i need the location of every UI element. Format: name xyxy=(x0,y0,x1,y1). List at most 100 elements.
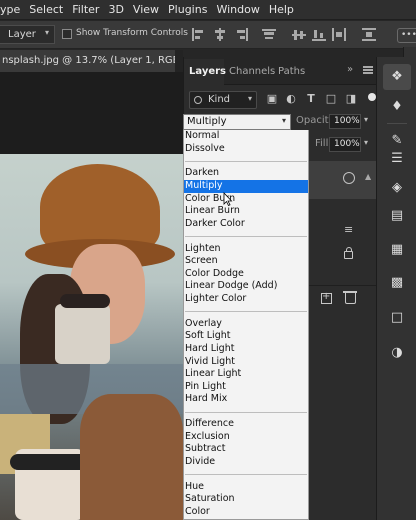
blend-separator xyxy=(185,474,307,476)
filter-kind-dropdown[interactable]: Kind ▾ xyxy=(189,91,257,109)
link-icon[interactable] xyxy=(343,172,355,184)
blend-option-color[interactable]: Color xyxy=(184,506,308,519)
smart-object-filter-icon[interactable]: ◨ xyxy=(345,93,357,105)
filter-toggle-icon[interactable] xyxy=(368,93,376,101)
filter-kind-value: Kind xyxy=(208,94,231,105)
show-transform-checkbox[interactable] xyxy=(62,29,72,39)
align-top-icon[interactable] xyxy=(262,28,276,41)
type-filter-icon[interactable]: T xyxy=(305,93,317,105)
lock-icon[interactable] xyxy=(344,247,353,259)
blend-option-soft-light[interactable]: Soft Light xyxy=(184,330,308,343)
chevron-down-icon: ▾ xyxy=(44,28,49,37)
panel-footer xyxy=(309,285,377,311)
blend-option-darken[interactable]: Darken xyxy=(184,167,308,180)
blend-separator xyxy=(185,160,307,162)
blend-option-lighten[interactable]: Lighten xyxy=(184,243,308,256)
blend-option-hard-light[interactable]: Hard Light xyxy=(184,343,308,356)
document-tab[interactable]: nsplash.jpg @ 13.7% (Layer 1, RGB/8) * xyxy=(0,50,175,72)
blend-option-screen[interactable]: Screen xyxy=(184,255,308,268)
blend-option-linear-light[interactable]: Linear Light xyxy=(184,368,308,381)
menu-bar: ype Select Filter 3D View Plugins Window… xyxy=(0,0,416,20)
layers-stack-icon[interactable]: ▤ xyxy=(383,203,411,229)
more-options-button[interactable]: ••• xyxy=(397,28,416,43)
blend-separator xyxy=(185,311,307,313)
show-transform-label: Show Transform Controls xyxy=(76,28,188,38)
right-toolbar: ❖ ♦ ✎ ☰ ◈ ▤ ▦ ▩ □ ◑ xyxy=(376,57,416,520)
menu-item-window[interactable]: Window xyxy=(216,3,259,16)
blend-option-dissolve[interactable]: Dissolve xyxy=(184,143,308,156)
blend-option-normal[interactable]: Normal xyxy=(184,130,308,143)
blend-option-color-burn[interactable]: Color Burn xyxy=(184,193,308,206)
distribute-icon[interactable] xyxy=(332,28,346,41)
canvas-area[interactable] xyxy=(0,72,183,520)
blend-option-multiply[interactable]: Multiply xyxy=(184,180,308,193)
menu-item-filter[interactable]: Filter xyxy=(72,3,99,16)
search-icon xyxy=(194,96,202,104)
menu-item-type[interactable]: ype xyxy=(0,3,20,16)
pixel-filter-icon[interactable]: ▣ xyxy=(266,93,278,105)
grid-swatches-icon[interactable]: ▦ xyxy=(383,237,411,263)
new-layer-icon[interactable] xyxy=(321,291,332,304)
opacity-input[interactable]: 100% xyxy=(329,114,361,129)
tab-paths[interactable]: Paths xyxy=(278,66,305,77)
filter-effects-icon[interactable]: ≡ xyxy=(344,224,356,235)
half-circle-icon[interactable]: ◑ xyxy=(383,340,411,366)
trash-icon[interactable] xyxy=(343,291,357,304)
align-center-icon[interactable] xyxy=(213,28,227,41)
chat-bubble-icon[interactable]: ♦ xyxy=(383,94,411,120)
blend-option-lighter-color[interactable]: Lighter Color xyxy=(184,293,308,306)
menu-item-view[interactable]: View xyxy=(133,3,159,16)
menu-item-select[interactable]: Select xyxy=(29,3,63,16)
distribute-vertical-icon[interactable] xyxy=(362,28,376,41)
auto-select-dropdown[interactable]: Layer ▾ xyxy=(0,25,55,44)
chevron-down-icon[interactable]: ▾ xyxy=(364,138,368,147)
blend-option-saturation[interactable]: Saturation xyxy=(184,493,308,506)
blend-option-hard-mix[interactable]: Hard Mix xyxy=(184,393,308,406)
menu-item-plugins[interactable]: Plugins xyxy=(168,3,207,16)
blend-option-vivid-light[interactable]: Vivid Light xyxy=(184,356,308,369)
layers-icon[interactable]: ◈ xyxy=(383,175,411,201)
blend-option-pin-light[interactable]: Pin Light xyxy=(184,381,308,394)
blend-separator xyxy=(185,411,307,413)
blend-option-linear-burn[interactable]: Linear Burn xyxy=(184,205,308,218)
blend-option-darker-color[interactable]: Darker Color xyxy=(184,218,308,231)
tab-layers[interactable]: Layers xyxy=(189,66,226,77)
chevron-down-icon: ▾ xyxy=(247,94,252,103)
fill-input[interactable]: 100% xyxy=(329,137,361,152)
align-middle-icon[interactable] xyxy=(292,28,306,41)
adjustment-filter-icon[interactable]: ◐ xyxy=(285,93,297,105)
chevron-down-icon: ▾ xyxy=(281,116,286,125)
align-bottom-icon[interactable] xyxy=(312,28,326,41)
collapse-panel-icon[interactable]: » xyxy=(347,64,353,75)
blend-mode-list: Normal Dissolve Darken Multiply Color Burn Li… xyxy=(183,130,309,520)
menu-item-help[interactable]: Help xyxy=(269,3,294,16)
adjust-sliders-icon[interactable]: ☰ xyxy=(383,146,411,172)
blend-separator xyxy=(185,236,307,237)
blend-option-divide[interactable]: Divide xyxy=(184,456,308,469)
shape-filter-icon[interactable]: □ xyxy=(325,93,337,105)
auto-select-value: Layer xyxy=(8,29,36,40)
chevron-down-icon[interactable]: ▾ xyxy=(364,115,368,124)
layer-row[interactable]: ▲ xyxy=(309,161,377,199)
cube-icon[interactable]: ❖ xyxy=(383,64,411,90)
gradient-icon[interactable]: ▩ xyxy=(383,270,411,296)
blend-option-linear-dodge-add[interactable]: Linear Dodge (Add) xyxy=(184,280,308,293)
tab-channels[interactable]: Channels xyxy=(229,66,275,77)
align-right-icon[interactable] xyxy=(234,28,248,41)
blend-option-color-dodge[interactable]: Color Dodge xyxy=(184,268,308,281)
blend-option-difference[interactable]: Difference xyxy=(184,418,308,431)
blend-option-hue[interactable]: Hue xyxy=(184,481,308,494)
blend-option-overlay[interactable]: Overlay xyxy=(184,318,308,331)
menu-item-3d[interactable]: 3D xyxy=(108,3,123,16)
toolbar-top-strip xyxy=(403,47,416,57)
frame-icon[interactable]: □ xyxy=(383,305,411,331)
blend-option-exclusion[interactable]: Exclusion xyxy=(184,431,308,444)
photo-image xyxy=(0,154,183,520)
blend-mode-current: Multiply xyxy=(187,116,227,127)
scroll-up-icon[interactable]: ▲ xyxy=(365,172,371,181)
panel-menu-icon[interactable] xyxy=(363,66,373,74)
panel-tab-bar: Layers Channels Paths » xyxy=(184,57,377,85)
align-left-icon[interactable] xyxy=(192,28,206,41)
blend-option-subtract[interactable]: Subtract xyxy=(184,443,308,456)
blend-mode-select[interactable]: Multiply ▾ xyxy=(183,114,291,130)
